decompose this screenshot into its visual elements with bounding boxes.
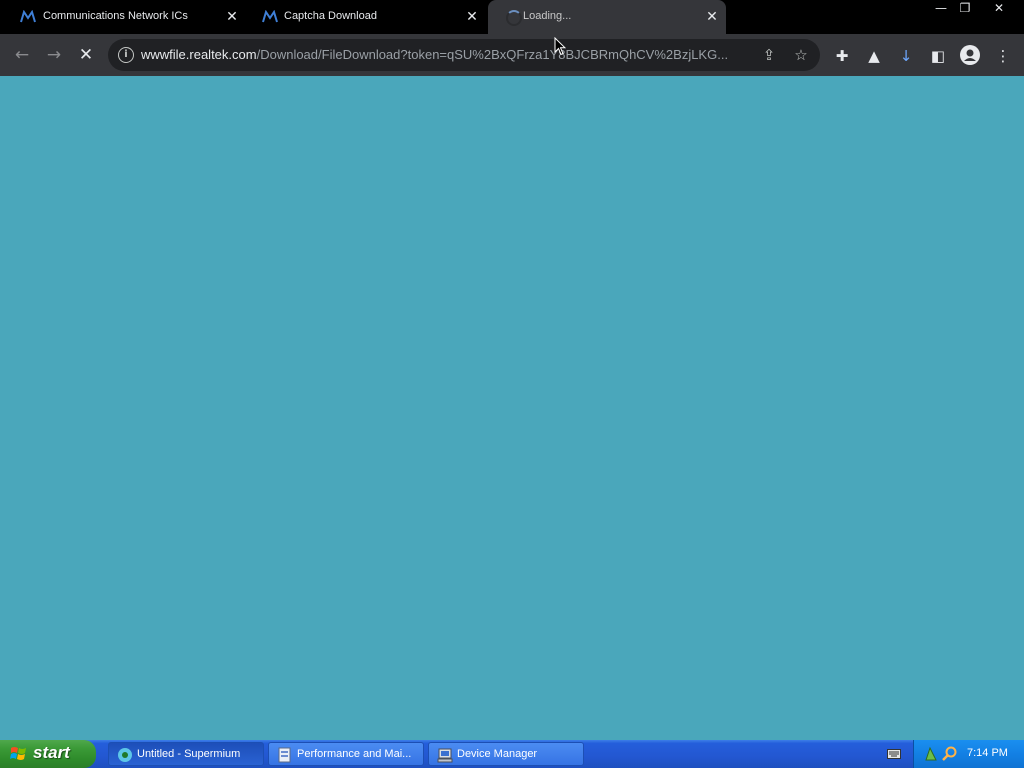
start-label: start (33, 743, 70, 762)
taskbar-item-label: Performance and Mai... (297, 748, 412, 760)
keyboard-icon[interactable] (887, 749, 901, 759)
site-info-icon[interactable]: i (118, 47, 134, 63)
side-panel-icon[interactable]: ◧ (928, 46, 948, 66)
control-panel-icon (278, 747, 291, 763)
realtek-favicon-icon (20, 10, 36, 23)
loading-spinner-icon (506, 10, 522, 26)
profile-icon[interactable] (960, 45, 980, 65)
bookmark-star-icon[interactable]: ☆ (792, 46, 810, 64)
window-close-icon[interactable]: ✕ (986, 0, 1012, 18)
clock: 7:14 PM (967, 747, 1008, 759)
taskbar: start Untitled - Supermium Performance a… (0, 740, 1024, 768)
search-tray-icon[interactable] (942, 746, 958, 762)
taskbar-item-supermium[interactable]: Untitled - Supermium (108, 742, 264, 766)
download-icon[interactable]: ↓ (896, 46, 916, 66)
windows-flag-icon (10, 747, 26, 760)
taskbar-item-device-manager[interactable]: Device Manager (428, 742, 584, 766)
menu-kebab-icon[interactable]: ⋮ (993, 46, 1013, 66)
mouse-cursor-icon (554, 37, 566, 56)
start-button[interactable]: start (0, 740, 96, 768)
tab-communications-network-ics[interactable]: Communications Network ICs ✕ (0, 0, 246, 34)
tab-close-icon[interactable]: ✕ (224, 9, 240, 25)
tab-title: Loading... (523, 10, 572, 22)
extensions-icon[interactable]: ✚ (832, 46, 852, 66)
labs-flask-icon[interactable]: ▲ (864, 46, 884, 66)
url-host: wwwfile.realtek.com (141, 47, 257, 62)
system-tray: 7:14 PM (913, 740, 1024, 768)
taskbar-item-label: Untitled - Supermium (137, 748, 241, 760)
url-path: /Download/FileDownload?token=qSU%2BxQFrz… (256, 47, 729, 62)
supermium-browser-icon (118, 748, 132, 762)
taskbar-item-label: Device Manager (457, 748, 538, 760)
tab-close-icon[interactable]: ✕ (464, 9, 480, 25)
tab-title: Captcha Download (284, 10, 377, 22)
forward-arrow-icon[interactable]: → (43, 44, 65, 66)
taskbar-item-performance[interactable]: Performance and Mai... (268, 742, 424, 766)
tab-loading[interactable]: Loading... ✕ (488, 0, 726, 34)
restore-icon[interactable]: ❐ (952, 0, 978, 18)
browser-toolbar: ← → ✕ i wwwfile.realtek.com/Download/Fil… (0, 34, 1024, 76)
minimize-icon[interactable]: — (928, 0, 954, 18)
tab-strip: Communications Network ICs ✕ Captcha Dow… (0, 0, 1024, 34)
network-tray-icon[interactable] (924, 746, 938, 762)
device-manager-icon (437, 748, 453, 763)
stop-loading-icon[interactable]: ✕ (75, 44, 97, 66)
tab-title: Communications Network ICs (43, 10, 188, 22)
tab-close-icon[interactable]: ✕ (704, 9, 720, 25)
url-text[interactable]: wwwfile.realtek.com/Download/FileDownloa… (141, 47, 751, 62)
realtek-favicon-icon (262, 10, 278, 23)
address-bar[interactable]: i wwwfile.realtek.com/Download/FileDownl… (108, 39, 820, 71)
tab-captcha-download[interactable]: Captcha Download ✕ (246, 0, 486, 34)
share-icon[interactable]: ⇪ (760, 46, 778, 64)
page-content (0, 76, 1024, 740)
back-arrow-icon[interactable]: ← (11, 44, 33, 66)
